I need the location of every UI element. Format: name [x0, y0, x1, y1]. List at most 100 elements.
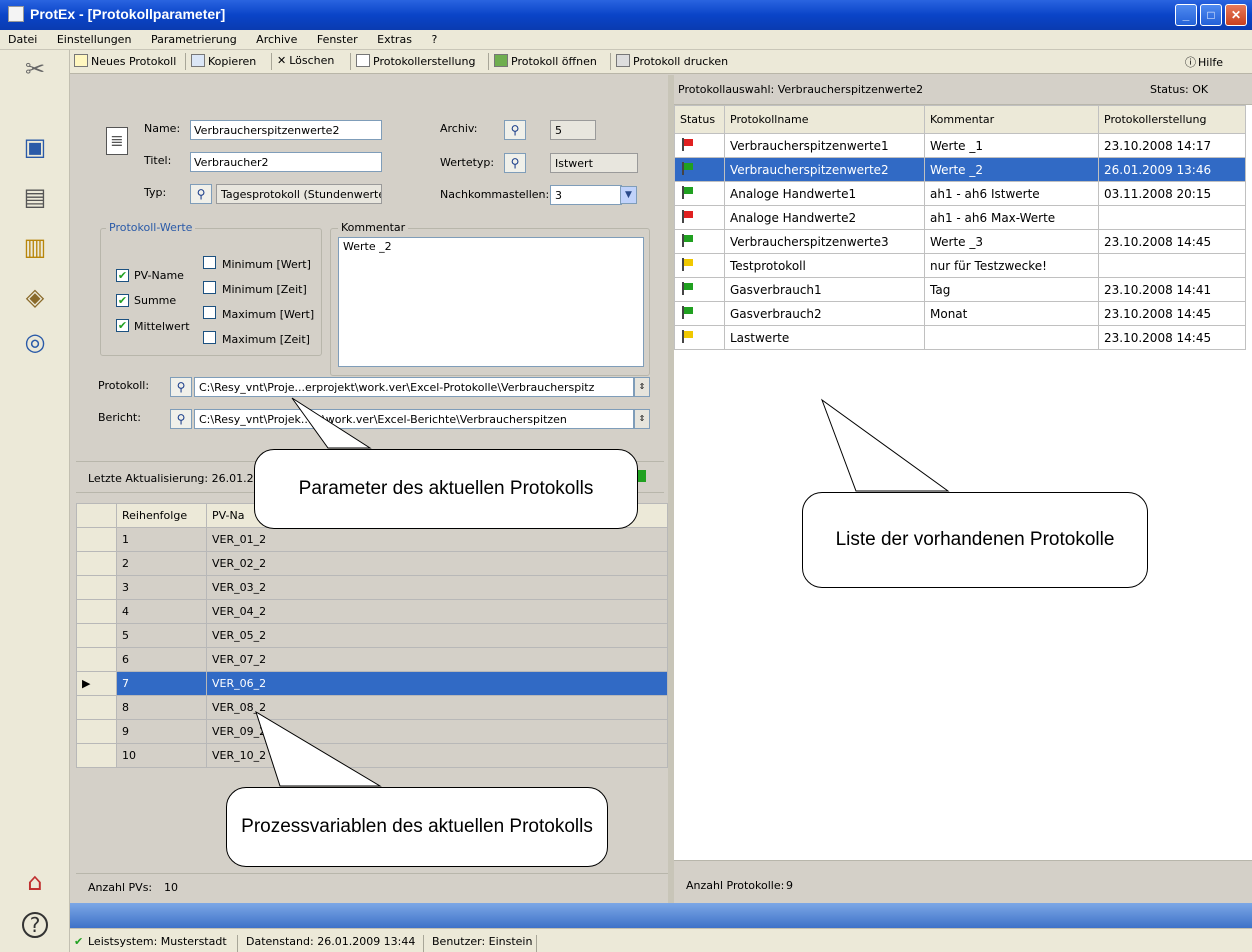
col-created[interactable]: Protokollerstellung — [1098, 105, 1246, 134]
summe-checkbox[interactable]: ✔ — [116, 294, 129, 307]
protocol-date-cell[interactable] — [1098, 253, 1246, 278]
row-header[interactable]: ▶ — [76, 671, 117, 696]
pv-name-cell[interactable]: VER_04_2 — [206, 599, 668, 624]
name-field[interactable] — [190, 120, 382, 140]
pv-order-cell[interactable]: 6 — [116, 647, 207, 672]
pv-table-row[interactable]: 1 VER_01_2 — [76, 527, 668, 552]
protocol-name-cell[interactable]: Analoge Handwerte2 — [724, 205, 925, 230]
tools-icon[interactable]: ✂ — [18, 52, 52, 86]
pv-name-cell[interactable]: VER_05_2 — [206, 623, 668, 648]
document-icon[interactable]: ▤ — [18, 180, 52, 214]
valuetype-search-icon[interactable]: ⚲ — [504, 153, 526, 173]
protocol-comment-cell[interactable]: nur für Testzwecke! — [924, 253, 1099, 278]
protokoll-browse-icon[interactable]: ⚲ — [170, 377, 192, 397]
pv-table-row[interactable]: 2 VER_02_2 — [76, 551, 668, 576]
protocol-row[interactable]: Verbraucherspitzenwerte1 Werte _1 23.10.20… — [674, 133, 1246, 158]
min-wert-checkbox[interactable] — [203, 256, 216, 269]
row-header[interactable] — [76, 743, 117, 768]
protocol-row[interactable]: Verbraucherspitzenwerte2 Werte _2 26.01.20… — [674, 157, 1246, 182]
protocol-create-button[interactable]: Protokollerstellung — [356, 54, 475, 68]
protocol-comment-cell[interactable]: Werte _1 — [924, 133, 1099, 158]
pv-col-order[interactable]: Reihenfolge — [116, 503, 207, 528]
protocol-comment-cell[interactable]: ah1 - ah6 Istwerte — [924, 181, 1099, 206]
protocol-row[interactable]: Gasverbrauch2 Monat 23.10.2008 14:45 — [674, 301, 1246, 326]
row-header[interactable] — [76, 719, 117, 744]
row-header[interactable] — [76, 575, 117, 600]
menu-archive[interactable]: Archive — [248, 30, 305, 46]
pv-table-row[interactable]: 4 VER_04_2 — [76, 599, 668, 624]
spin-icon[interactable]: ⇕ — [634, 409, 650, 429]
menu-help[interactable]: ? — [423, 30, 445, 46]
new-protocol-button[interactable]: Neues Protokoll — [74, 54, 176, 68]
archive-search-icon[interactable]: ⚲ — [504, 120, 526, 140]
protocol-name-cell[interactable]: Lastwerte — [724, 325, 925, 350]
protocol-date-cell[interactable]: 23.10.2008 14:45 — [1098, 229, 1246, 254]
menu-extras[interactable]: Extras — [369, 30, 420, 46]
row-header[interactable] — [76, 527, 117, 552]
bericht-browse-icon[interactable]: ⚲ — [170, 409, 192, 429]
pv-table-row[interactable]: 10 VER_10_2 — [76, 743, 668, 768]
help-icon[interactable]: ? — [22, 912, 48, 938]
pv-name-cell[interactable]: VER_03_2 — [206, 575, 668, 600]
pv-order-cell[interactable]: 9 — [116, 719, 207, 744]
protocol-date-cell[interactable] — [1098, 205, 1246, 230]
protocol-comment-cell[interactable] — [924, 325, 1099, 350]
protocol-name-cell[interactable]: Verbraucherspitzenwerte2 — [724, 157, 925, 182]
protocol-comment-cell[interactable]: ah1 - ah6 Max-Werte — [924, 205, 1099, 230]
pv-name-cell[interactable]: VER_10_2 — [206, 743, 668, 768]
protocol-row[interactable]: Lastwerte 23.10.2008 14:45 — [674, 325, 1246, 350]
protocol-row[interactable]: Gasverbrauch1 Tag 23.10.2008 14:41 — [674, 277, 1246, 302]
pv-order-cell[interactable]: 2 — [116, 551, 207, 576]
pv-order-cell[interactable]: 10 — [116, 743, 207, 768]
protocol-date-cell[interactable]: 23.10.2008 14:45 — [1098, 301, 1246, 326]
pv-table-row[interactable]: 8 VER_08_2 — [76, 695, 668, 720]
protocol-comment-cell[interactable]: Werte _2 — [924, 157, 1099, 182]
row-header[interactable] — [76, 551, 117, 576]
pv-table-row[interactable]: 5 VER_05_2 — [76, 623, 668, 648]
protocol-row[interactable]: Verbraucherspitzenwerte3 Werte _3 23.10.20… — [674, 229, 1246, 254]
pv-order-cell[interactable]: 8 — [116, 695, 207, 720]
menu-parametrierung[interactable]: Parametrierung — [143, 30, 245, 46]
protocol-row[interactable]: Analoge Handwerte1 ah1 - ah6 Istwerte 03.1… — [674, 181, 1246, 206]
protocol-date-cell[interactable]: 23.10.2008 14:45 — [1098, 325, 1246, 350]
pv-order-cell[interactable]: 4 — [116, 599, 207, 624]
pv-order-cell[interactable]: 3 — [116, 575, 207, 600]
row-header[interactable] — [76, 623, 117, 648]
protocol-comment-cell[interactable]: Tag — [924, 277, 1099, 302]
protocol-comment-cell[interactable]: Werte _3 — [924, 229, 1099, 254]
protocol-date-cell[interactable]: 23.10.2008 14:17 — [1098, 133, 1246, 158]
pv-table-row[interactable]: 3 VER_03_2 — [76, 575, 668, 600]
spin-icon[interactable]: ⇕ — [634, 377, 650, 397]
minimize-button[interactable]: _ — [1175, 4, 1197, 26]
pv-name-cell[interactable]: VER_09_2 — [206, 719, 668, 744]
pv-name-cell[interactable]: VER_08_2 — [206, 695, 668, 720]
close-button[interactable]: ✕ — [1225, 4, 1247, 26]
row-header[interactable] — [76, 647, 117, 672]
home-icon[interactable]: ⌂ — [18, 865, 52, 899]
protocol-date-cell[interactable]: 23.10.2008 14:41 — [1098, 277, 1246, 302]
comment-textarea[interactable]: Werte _2 — [338, 237, 644, 367]
pv-name-cell[interactable]: VER_06_2 — [206, 671, 668, 696]
col-status[interactable]: Status — [674, 105, 725, 134]
copy-button[interactable]: Kopieren — [191, 54, 256, 68]
chevron-down-icon[interactable]: ▼ — [620, 186, 637, 204]
network-icon[interactable]: ◎ — [18, 325, 52, 359]
pv-table-row[interactable]: 9 VER_09_2 — [76, 719, 668, 744]
protocol-date-cell[interactable]: 03.11.2008 20:15 — [1098, 181, 1246, 206]
pv-table-row[interactable]: ▶ 7 VER_06_2 — [76, 671, 668, 696]
decimals-select[interactable]: 3 — [550, 185, 622, 205]
pv-order-cell[interactable]: 5 — [116, 623, 207, 648]
maximize-button[interactable]: □ — [1200, 4, 1222, 26]
delete-button[interactable]: ✕ Löschen — [277, 54, 334, 67]
protocol-row[interactable]: Testprotokoll nur für Testzwecke! — [674, 253, 1246, 278]
pv-order-cell[interactable]: 7 — [116, 671, 207, 696]
col-name[interactable]: Protokollname — [724, 105, 925, 134]
type-search-icon[interactable]: ⚲ — [190, 184, 212, 204]
protocol-print-button[interactable]: Protokoll drucken — [616, 54, 728, 68]
pv-name-cell[interactable]: VER_01_2 — [206, 527, 668, 552]
bericht-path[interactable]: C:\Resy_vnt\Projek...kt\work.ver\Excel-B… — [194, 409, 634, 429]
max-zeit-checkbox[interactable] — [203, 331, 216, 344]
pv-order-cell[interactable]: 1 — [116, 527, 207, 552]
row-header[interactable] — [76, 695, 117, 720]
col-comment[interactable]: Kommentar — [924, 105, 1099, 134]
